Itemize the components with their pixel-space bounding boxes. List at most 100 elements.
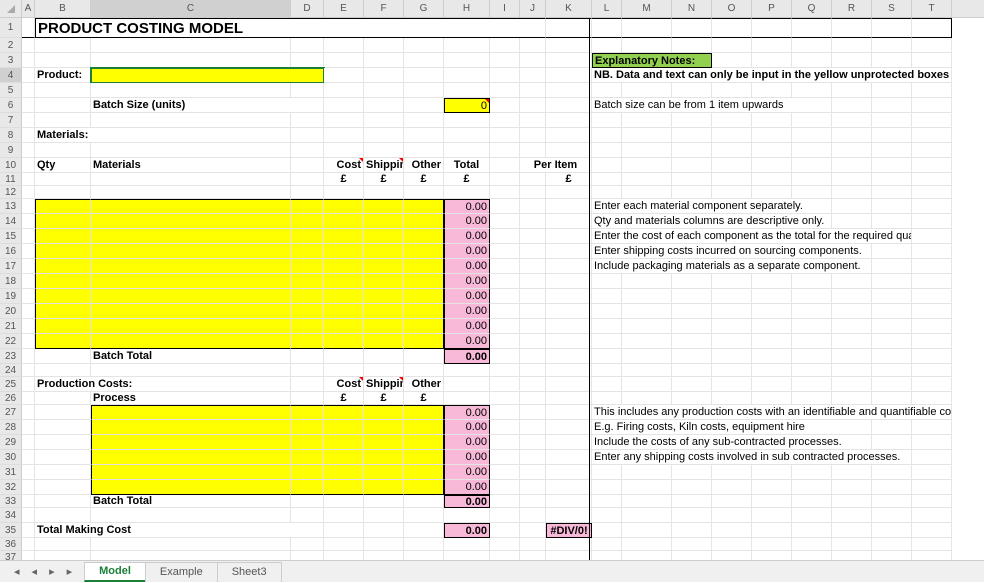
- cell-G12[interactable]: [404, 186, 444, 199]
- cell-H24[interactable]: [444, 364, 490, 377]
- row-hdr-35[interactable]: 35: [0, 523, 22, 538]
- cell-T8[interactable]: [912, 128, 952, 143]
- material-name-input[interactable]: [91, 259, 291, 274]
- cell-M20[interactable]: [622, 304, 672, 319]
- cell-S10[interactable]: [872, 158, 912, 173]
- cell-M35[interactable]: [622, 523, 672, 538]
- row-hdr-1[interactable]: 1: [0, 18, 22, 38]
- cell-D21[interactable]: [291, 319, 324, 334]
- cell-L33[interactable]: [592, 495, 622, 508]
- cell-A11[interactable]: [22, 173, 35, 186]
- cell-R10[interactable]: [832, 158, 872, 173]
- cell-E19[interactable]: [324, 289, 364, 304]
- material-qty-input[interactable]: [35, 199, 91, 214]
- cell-I28[interactable]: [490, 420, 520, 435]
- cell-J10[interactable]: Per Item: [520, 158, 592, 173]
- cell-I32[interactable]: [490, 480, 520, 495]
- cell-P36[interactable]: [752, 538, 792, 551]
- row-hdr-13[interactable]: 13: [0, 199, 22, 214]
- cell-J18[interactable]: [520, 274, 546, 289]
- cell-F26[interactable]: £: [364, 392, 404, 405]
- cell-E2[interactable]: [324, 38, 364, 53]
- cell-C33[interactable]: Batch Total: [91, 495, 291, 508]
- cell-G36[interactable]: [404, 538, 444, 551]
- cell-Q25[interactable]: [792, 377, 832, 392]
- cell-K2[interactable]: [546, 38, 592, 53]
- row-hdr-10[interactable]: 10: [0, 158, 22, 173]
- product-input[interactable]: [91, 68, 324, 83]
- col-hdr-H[interactable]: H: [444, 0, 490, 17]
- cell-B4[interactable]: Product:: [35, 68, 91, 83]
- cell-A22[interactable]: [22, 334, 35, 349]
- cell-N34[interactable]: [672, 508, 712, 523]
- cell-C34[interactable]: [91, 508, 291, 523]
- material-total-cell[interactable]: 0.00: [444, 274, 490, 289]
- cell-K15[interactable]: [546, 229, 592, 244]
- cell-K21[interactable]: [546, 319, 592, 334]
- cell-S37[interactable]: [872, 551, 912, 560]
- cell-S24[interactable]: [872, 364, 912, 377]
- cell-A23[interactable]: [22, 349, 35, 364]
- cell-L7[interactable]: [592, 113, 622, 128]
- cell-B2[interactable]: [35, 38, 91, 53]
- cell-R21[interactable]: [832, 319, 872, 334]
- cell-F11[interactable]: £: [364, 173, 404, 186]
- cell-T30[interactable]: [912, 450, 952, 465]
- cell-J34[interactable]: [520, 508, 546, 523]
- cell-C36[interactable]: [91, 538, 291, 551]
- cell-E37[interactable]: [324, 551, 364, 560]
- cell-P9[interactable]: [752, 143, 792, 158]
- cell-K29[interactable]: [546, 435, 592, 450]
- cell-E24[interactable]: [324, 364, 364, 377]
- cell-G32[interactable]: [404, 480, 444, 495]
- cell-F37[interactable]: [364, 551, 404, 560]
- cell-D19[interactable]: [291, 289, 324, 304]
- cell-G29[interactable]: [404, 435, 444, 450]
- cell-E5[interactable]: [324, 83, 364, 98]
- cell-G9[interactable]: [404, 143, 444, 158]
- cell-J16[interactable]: [520, 244, 546, 259]
- cell-M1[interactable]: [622, 18, 672, 38]
- cell-I35[interactable]: [490, 523, 520, 538]
- row-hdr-11[interactable]: 11: [0, 173, 22, 186]
- cell-S26[interactable]: [872, 392, 912, 405]
- cell-J12[interactable]: [520, 186, 546, 199]
- cell-O36[interactable]: [712, 538, 752, 551]
- cell-E18[interactable]: [324, 274, 364, 289]
- cell-I23[interactable]: [490, 349, 520, 364]
- cell-M23[interactable]: [622, 349, 672, 364]
- cell-G25[interactable]: Other: [404, 377, 444, 392]
- cell-T1[interactable]: [912, 18, 952, 38]
- col-hdr-J[interactable]: J: [520, 0, 546, 17]
- cell-A31[interactable]: [22, 465, 35, 480]
- cell-D10[interactable]: [291, 158, 324, 173]
- cell-M10[interactable]: [622, 158, 672, 173]
- cell-M25[interactable]: [622, 377, 672, 392]
- row-hdr-29[interactable]: 29: [0, 435, 22, 450]
- cell-I12[interactable]: [490, 186, 520, 199]
- cell-D20[interactable]: [291, 304, 324, 319]
- cell-D28[interactable]: [291, 420, 324, 435]
- cell-N36[interactable]: [672, 538, 712, 551]
- cell-F14[interactable]: [364, 214, 404, 229]
- cell-T10[interactable]: [912, 158, 952, 173]
- cell-E31[interactable]: [324, 465, 364, 480]
- cell-M2[interactable]: [622, 38, 672, 53]
- row-hdr-5[interactable]: 5: [0, 83, 22, 98]
- cell-G27[interactable]: [404, 405, 444, 420]
- cell-K36[interactable]: [546, 538, 592, 551]
- cell-Q21[interactable]: [792, 319, 832, 334]
- cell-H26[interactable]: [444, 392, 490, 405]
- cell-E16[interactable]: [324, 244, 364, 259]
- cell-A15[interactable]: [22, 229, 35, 244]
- cell-B3[interactable]: [35, 53, 91, 68]
- cell-M26[interactable]: [622, 392, 672, 405]
- cell-A19[interactable]: [22, 289, 35, 304]
- cell-E13[interactable]: [324, 199, 364, 214]
- cell-L19[interactable]: [592, 289, 622, 304]
- cell-J32[interactable]: [520, 480, 546, 495]
- cell-S29[interactable]: [872, 435, 912, 450]
- cell-C5[interactable]: [91, 83, 291, 98]
- cell-F8[interactable]: [364, 128, 404, 143]
- cell-I9[interactable]: [490, 143, 520, 158]
